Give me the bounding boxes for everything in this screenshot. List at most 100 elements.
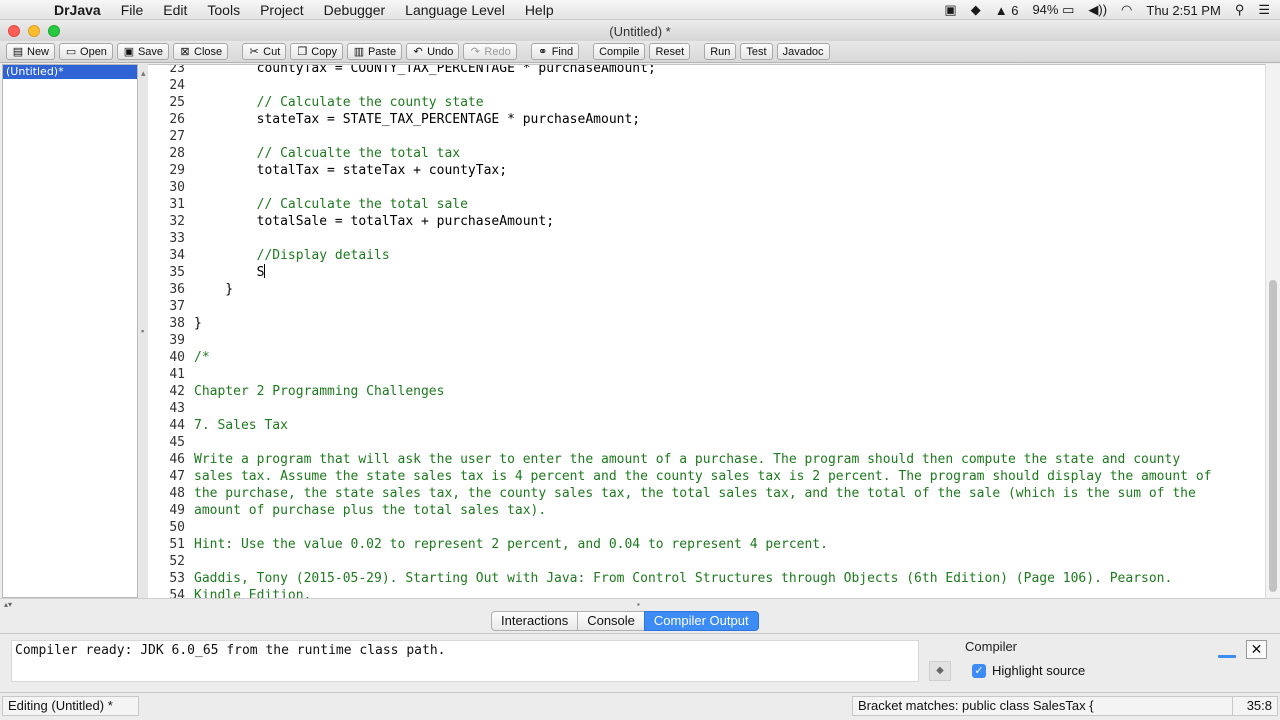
code-text[interactable]: the purchase, the state sales tax, the c… xyxy=(194,485,1196,502)
code-line[interactable]: 29 totalTax = stateTax + countyTax; xyxy=(148,162,1265,179)
close-window-icon[interactable] xyxy=(8,25,20,37)
menu-debugger[interactable]: Debugger xyxy=(314,2,396,18)
code-line[interactable]: 30 xyxy=(148,179,1265,196)
javadoc-button[interactable]: Javadoc xyxy=(776,43,830,60)
code-text[interactable]: 7. Sales Tax xyxy=(194,417,288,434)
paste-button[interactable]: ▥ Paste xyxy=(346,43,403,60)
code-text[interactable]: // Calculate the county state xyxy=(194,94,484,111)
code-line[interactable]: 41 xyxy=(148,366,1265,383)
find-button[interactable]: ⚭ Find xyxy=(530,43,580,60)
code-line[interactable]: 46 Write a program that will ask the user… xyxy=(148,451,1265,468)
spotlight-search-icon[interactable]: ⚲ xyxy=(1235,2,1245,18)
code-line[interactable]: 36 } xyxy=(148,281,1265,298)
clock[interactable]: Thu 2:51 PM xyxy=(1146,3,1220,18)
run-button[interactable]: Run xyxy=(704,43,737,60)
code-line[interactable]: 48 the purchase, the state sales tax, the… xyxy=(148,485,1265,502)
close-pane-button[interactable]: ✕ xyxy=(1246,640,1267,659)
code-line[interactable]: 28 // Calcualte the total tax xyxy=(148,145,1265,162)
camera-icon[interactable]: ▣ xyxy=(944,2,956,18)
code-line[interactable]: 47 sales tax. Assume the state sales tax … xyxy=(148,468,1265,485)
code-line[interactable]: 31 // Calculate the total sale xyxy=(148,196,1265,213)
test-button[interactable]: Test xyxy=(740,43,773,60)
splitter-grip-icon[interactable]: ▪ xyxy=(141,326,145,336)
document-item-untitled[interactable]: (Untitled)* xyxy=(3,65,137,79)
code-text[interactable]: /* xyxy=(194,349,210,366)
code-line[interactable]: 50 xyxy=(148,519,1265,536)
highlight-source-checkbox[interactable]: ✓ xyxy=(972,664,986,678)
tab-compiler-output[interactable]: Compiler Output xyxy=(643,611,759,631)
app-name-menu[interactable]: DrJava xyxy=(46,2,111,18)
splitter-arrows-icon[interactable]: ▴▾ xyxy=(4,600,12,609)
code-line[interactable]: 49 amount of purchase plus the total sale… xyxy=(148,502,1265,519)
dropbox-icon[interactable]: ◆ xyxy=(971,2,981,18)
scrollbar-thumb[interactable] xyxy=(1269,280,1277,592)
code-line[interactable]: 52 xyxy=(148,553,1265,570)
code-text[interactable]: Kindle Edition. xyxy=(194,587,311,598)
code-line[interactable]: 37 xyxy=(148,298,1265,315)
code-text[interactable]: } xyxy=(194,315,202,332)
menu-edit[interactable]: Edit xyxy=(153,2,197,18)
editor-vertical-scrollbar[interactable] xyxy=(1265,64,1280,598)
tab-interactions[interactable]: Interactions xyxy=(491,611,579,631)
code-text[interactable]: //Display details xyxy=(194,247,390,264)
volume-icon[interactable]: ◀)) xyxy=(1088,2,1107,18)
menu-help[interactable]: Help xyxy=(515,2,564,18)
code-line[interactable]: 25 // Calculate the county state xyxy=(148,94,1265,111)
expand-icon[interactable]: ◆ xyxy=(929,661,951,681)
code-line[interactable]: 44 7. Sales Tax xyxy=(148,417,1265,434)
code-line[interactable]: 27 xyxy=(148,128,1265,145)
horizontal-splitter[interactable]: ▴▾ ▪ xyxy=(0,598,1280,612)
code-line[interactable]: 38} xyxy=(148,315,1265,332)
notification-center-icon[interactable]: ☰ xyxy=(1258,2,1270,18)
wifi-icon[interactable]: ◠ xyxy=(1121,2,1132,18)
menu-file[interactable]: File xyxy=(111,2,154,18)
battery-status[interactable]: 94% ▭ xyxy=(1032,2,1074,18)
redo-button[interactable]: ↷ Redo xyxy=(463,43,517,60)
code-line[interactable]: 39 xyxy=(148,332,1265,349)
open-button[interactable]: ▭ Open xyxy=(59,43,113,60)
code-line[interactable]: 45 xyxy=(148,434,1265,451)
splitter-up-arrow-icon[interactable]: ▴ xyxy=(141,68,146,79)
compiler-output-text[interactable]: Compiler ready: JDK 6.0_65 from the runt… xyxy=(11,640,919,682)
code-text[interactable]: // Calculate the total sale xyxy=(194,196,468,213)
new-button[interactable]: ▤ New xyxy=(6,43,56,60)
code-text[interactable]: totalSale = totalTax + purchaseAmount; xyxy=(194,213,554,230)
close-button[interactable]: ⊠ Close xyxy=(173,43,229,60)
code-line[interactable]: 23 countyTax = COUNTY_TAX_PERCENTAGE * p… xyxy=(148,65,1265,77)
adobe-icon[interactable]: ▲ 6 xyxy=(995,3,1019,18)
code-line[interactable]: 26 stateTax = STATE_TAX_PERCENTAGE * pur… xyxy=(148,111,1265,128)
code-editor[interactable]: 23 countyTax = COUNTY_TAX_PERCENTAGE * p… xyxy=(148,64,1265,598)
code-line[interactable]: 35 S xyxy=(148,264,1265,281)
code-text[interactable]: } xyxy=(194,281,233,298)
compile-button[interactable]: Compile xyxy=(593,43,646,60)
minimize-window-icon[interactable] xyxy=(28,25,40,37)
undo-button[interactable]: ↶ Undo xyxy=(406,43,460,60)
code-line[interactable]: 53 Gaddis, Tony (2015-05-29). Starting Ou… xyxy=(148,570,1265,587)
code-text[interactable]: sales tax. Assume the state sales tax is… xyxy=(194,468,1211,485)
menu-tools[interactable]: Tools xyxy=(197,2,250,18)
code-text[interactable]: stateTax = STATE_TAX_PERCENTAGE * purcha… xyxy=(194,111,641,128)
menu-project[interactable]: Project xyxy=(250,2,314,18)
reset-button[interactable]: Reset xyxy=(649,43,691,60)
code-line[interactable]: 33 xyxy=(148,230,1265,247)
code-text[interactable]: S xyxy=(194,264,266,281)
code-text[interactable]: // Calcualte the total tax xyxy=(194,145,461,162)
code-line[interactable]: 40 /* xyxy=(148,349,1265,366)
copy-button[interactable]: ❐ Copy xyxy=(290,43,343,60)
code-text[interactable]: Write a program that will ask the user t… xyxy=(194,451,1180,468)
code-text[interactable]: totalTax = stateTax + countyTax; xyxy=(194,162,507,179)
code-text[interactable]: amount of purchase plus the total sales … xyxy=(194,502,546,519)
vertical-splitter[interactable]: ▴ ▪ xyxy=(139,64,148,598)
code-line[interactable]: 32 totalSale = totalTax + purchaseAmount… xyxy=(148,213,1265,230)
zoom-window-icon[interactable] xyxy=(48,25,60,37)
code-line[interactable]: 54 Kindle Edition. xyxy=(148,587,1265,598)
code-line[interactable]: 42 Chapter 2 Programming Challenges xyxy=(148,383,1265,400)
code-line[interactable]: 43 xyxy=(148,400,1265,417)
code-text[interactable]: Hint: Use the value 0.02 to represent 2 … xyxy=(194,536,828,553)
code-text[interactable]: countyTax = COUNTY_TAX_PERCENTAGE * purc… xyxy=(194,65,656,77)
cut-button[interactable]: ✂ Cut xyxy=(242,43,287,60)
code-line[interactable]: 51 Hint: Use the value 0.02 to represent … xyxy=(148,536,1265,553)
code-text[interactable]: Chapter 2 Programming Challenges xyxy=(194,383,444,400)
tab-console[interactable]: Console xyxy=(577,611,645,631)
save-button[interactable]: ▣ Save xyxy=(116,43,170,60)
